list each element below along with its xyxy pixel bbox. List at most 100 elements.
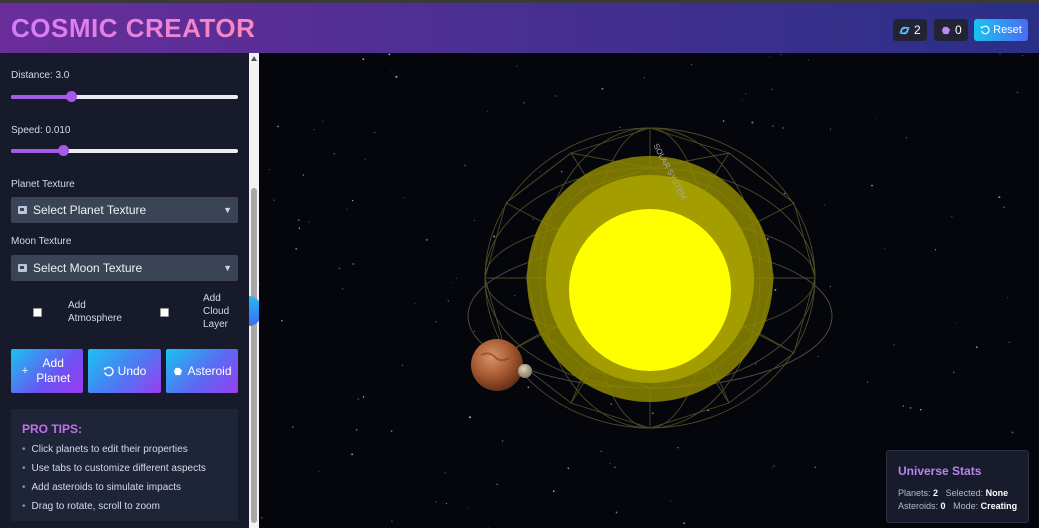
planet-mars[interactable]: [471, 339, 523, 391]
star: [351, 453, 353, 456]
planet-texture-value: Select Planet Texture: [33, 203, 147, 217]
star: [780, 53, 782, 55]
star: [953, 371, 955, 373]
star: [783, 192, 786, 195]
app-title: COSMIC CREATOR: [11, 13, 256, 43]
star: [902, 405, 905, 407]
speed-label: Speed: 0.010: [11, 125, 71, 136]
scrollbar-thumb[interactable]: [251, 188, 257, 523]
star: [676, 446, 679, 449]
star: [425, 239, 428, 241]
star: [291, 426, 294, 428]
reset-button[interactable]: Reset: [974, 19, 1028, 41]
star: [351, 199, 354, 202]
add-cloud-layer-checkbox[interactable]: [160, 308, 169, 317]
star: [601, 87, 604, 90]
moon[interactable]: [518, 364, 532, 378]
star: [615, 511, 618, 514]
star: [474, 330, 476, 332]
star: [414, 303, 416, 305]
star: [391, 520, 393, 522]
star: [619, 126, 621, 129]
star: [487, 111, 488, 113]
star: [893, 344, 896, 346]
undo-button[interactable]: Undo: [88, 349, 161, 393]
star: [362, 396, 365, 398]
reset-label: Reset: [993, 24, 1022, 36]
control-sidebar: Distance: 3.0 Speed: 0.010 Planet Textur…: [0, 53, 249, 528]
star: [451, 281, 453, 283]
star: [1008, 341, 1010, 343]
star: [552, 490, 555, 493]
star: [523, 101, 526, 104]
star: [934, 249, 937, 251]
star: [281, 319, 283, 322]
asteroid-icon: [174, 367, 183, 375]
speed-slider[interactable]: [11, 145, 238, 156]
star: [295, 247, 298, 250]
moon-texture-select[interactable]: Select Moon Texture ▼: [11, 255, 238, 281]
sun[interactable]: [569, 209, 731, 371]
star: [600, 450, 602, 452]
tip-item: • Add asteroids to simulate impacts: [22, 482, 182, 493]
asteroid-count-badge: 0: [934, 19, 968, 41]
stats-planets-value: 2: [933, 488, 939, 498]
star: [532, 218, 534, 220]
star: [561, 171, 563, 173]
app-header: COSMIC CREATOR 2 0 Reset: [0, 0, 1039, 53]
star: [362, 58, 365, 60]
star: [951, 216, 953, 218]
star: [456, 277, 458, 279]
star: [401, 364, 403, 366]
star: [403, 196, 405, 198]
distance-slider-fill: [11, 95, 71, 99]
star: [346, 208, 348, 210]
star: [643, 77, 645, 79]
star: [554, 95, 557, 97]
star: [999, 53, 1001, 55]
star: [1022, 54, 1024, 56]
asteroid-button[interactable]: Asteroid: [166, 349, 238, 393]
stats-row-asteroids: Asteroids: 0 Mode: Creating: [898, 501, 1018, 511]
star: [435, 320, 437, 323]
star: [823, 204, 825, 206]
planet-texture-select[interactable]: Select Planet Texture ▼: [11, 197, 238, 223]
stats-asteroids-value: 0: [940, 501, 946, 511]
speed-slider-fill: [11, 149, 63, 153]
distance-slider[interactable]: [11, 91, 238, 102]
add-atmosphere-checkbox[interactable]: [33, 308, 42, 317]
tip-item: • Use tabs to customize different aspects: [22, 463, 206, 474]
star: [1011, 431, 1014, 434]
star: [567, 467, 570, 470]
star: [355, 428, 358, 431]
star: [318, 471, 320, 472]
undo-icon: [103, 366, 114, 376]
star: [352, 263, 355, 265]
star: [884, 248, 886, 250]
planet-count: 2: [914, 23, 921, 37]
star: [782, 127, 784, 129]
add-planet-button[interactable]: + Add Planet: [11, 349, 83, 393]
star: [338, 267, 341, 270]
universe-stats-title: Universe Stats: [898, 464, 982, 478]
speed-slider-knob[interactable]: [58, 145, 69, 156]
star: [395, 75, 398, 78]
app-root: COSMIC CREATOR 2 0 Reset Distance: 3.0 S…: [0, 0, 1039, 528]
star: [496, 483, 498, 485]
distance-slider-knob[interactable]: [66, 91, 77, 102]
star: [741, 99, 743, 101]
star: [609, 462, 611, 465]
star: [772, 125, 774, 128]
star: [493, 235, 496, 238]
star: [341, 288, 344, 290]
pro-tips-panel: PRO TIPS: • Click planets to edit their p…: [11, 409, 238, 521]
scroll-up-arrow-icon[interactable]: [251, 56, 257, 61]
stats-mode-value: Creating: [980, 501, 1018, 511]
star: [298, 227, 301, 229]
star: [435, 501, 437, 503]
star: [745, 93, 747, 95]
star: [261, 517, 263, 519]
sidebar-scrollbar[interactable]: [249, 53, 259, 528]
star: [866, 381, 869, 383]
star: [447, 300, 450, 302]
